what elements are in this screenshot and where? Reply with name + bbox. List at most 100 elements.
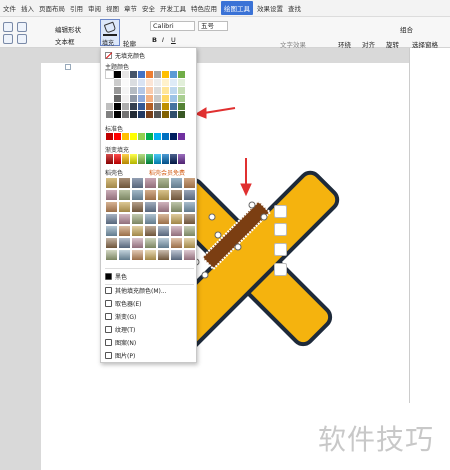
gradient-swatch[interactable]: [170, 154, 177, 164]
theme-swatch[interactable]: [154, 71, 161, 78]
theme-swatch[interactable]: [130, 79, 137, 86]
theme-swatch[interactable]: [162, 71, 169, 78]
fill-preset-swatch[interactable]: [106, 250, 117, 260]
theme-swatch[interactable]: [130, 71, 137, 78]
theme-swatch[interactable]: [162, 111, 169, 118]
gradient-swatch[interactable]: [122, 154, 129, 164]
theme-swatch[interactable]: [114, 103, 121, 110]
standard-swatch[interactable]: [170, 133, 177, 140]
theme-swatch[interactable]: [130, 95, 137, 102]
theme-swatch[interactable]: [162, 95, 169, 102]
theme-swatch[interactable]: [154, 111, 161, 118]
theme-swatch[interactable]: [122, 111, 129, 118]
theme-swatch[interactable]: [114, 79, 121, 86]
theme-swatch[interactable]: [138, 103, 145, 110]
theme-swatch[interactable]: [114, 87, 121, 94]
theme-swatch[interactable]: [178, 87, 185, 94]
theme-swatch[interactable]: [146, 71, 153, 78]
fill-preset-swatch[interactable]: [145, 226, 156, 236]
fill-preset-swatch[interactable]: [132, 238, 143, 248]
fill-preset-swatch[interactable]: [145, 190, 156, 200]
theme-swatch[interactable]: [122, 95, 129, 102]
standard-swatch[interactable]: [122, 133, 129, 140]
fill-preset-swatch[interactable]: [158, 238, 169, 248]
theme-swatch[interactable]: [146, 95, 153, 102]
fill-preset-swatch[interactable]: [119, 214, 130, 224]
theme-swatch[interactable]: [105, 70, 114, 79]
fill-preset-swatch[interactable]: [132, 250, 143, 260]
cross-shape[interactable]: [0, 0, 450, 470]
effects-icon[interactable]: [274, 263, 287, 276]
theme-swatch[interactable]: [122, 103, 129, 110]
theme-swatch[interactable]: [162, 79, 169, 86]
fill-preset-swatch[interactable]: [106, 190, 117, 200]
fill-preset-swatch[interactable]: [171, 214, 182, 224]
theme-swatch[interactable]: [162, 87, 169, 94]
theme-swatch[interactable]: [138, 87, 145, 94]
fill-preset-swatch[interactable]: [184, 190, 195, 200]
theme-color-grid[interactable]: [105, 70, 185, 118]
fill-preset-swatch[interactable]: [171, 238, 182, 248]
fill-preset-swatch[interactable]: [145, 202, 156, 212]
format-shape-icon[interactable]: [274, 223, 287, 236]
theme-swatch[interactable]: [154, 103, 161, 110]
theme-swatch[interactable]: [146, 111, 153, 118]
fill-preset-swatch[interactable]: [132, 190, 143, 200]
theme-swatch[interactable]: [154, 87, 161, 94]
fill-preset-swatch[interactable]: [184, 178, 195, 188]
gradient-swatch[interactable]: [106, 154, 113, 164]
theme-swatch[interactable]: [178, 103, 185, 110]
theme-swatch[interactable]: [154, 79, 161, 86]
fill-preset-swatch[interactable]: [171, 190, 182, 200]
gradient-swatch[interactable]: [146, 154, 153, 164]
gradient-swatch[interactable]: [178, 154, 185, 164]
fill-preset-swatch[interactable]: [106, 202, 117, 212]
theme-swatch[interactable]: [138, 71, 145, 78]
fill-preset-swatch[interactable]: [106, 178, 117, 188]
theme-swatch[interactable]: [106, 87, 113, 94]
theme-swatch[interactable]: [178, 71, 185, 78]
fill-preset-swatch[interactable]: [184, 250, 195, 260]
fill-preset-swatch[interactable]: [158, 250, 169, 260]
theme-swatch[interactable]: [154, 95, 161, 102]
fill-preset-swatch[interactable]: [132, 202, 143, 212]
standard-swatch[interactable]: [138, 133, 145, 140]
fill-preset-swatch[interactable]: [184, 214, 195, 224]
theme-swatch[interactable]: [146, 79, 153, 86]
fill-preset-swatch[interactable]: [171, 178, 182, 188]
standard-swatch[interactable]: [154, 133, 161, 140]
pattern-item[interactable]: 图案(N): [105, 338, 195, 347]
fill-preset-swatch[interactable]: [132, 178, 143, 188]
fill-preset-swatch[interactable]: [145, 250, 156, 260]
fill-preset-swatch[interactable]: [158, 214, 169, 224]
fill-preset-swatch[interactable]: [132, 214, 143, 224]
fill-preset-swatch[interactable]: [184, 238, 195, 248]
theme-swatch[interactable]: [146, 103, 153, 110]
fill-preset-swatch[interactable]: [145, 178, 156, 188]
fill-preset-swatch[interactable]: [145, 238, 156, 248]
standard-swatch[interactable]: [178, 133, 185, 140]
theme-swatch[interactable]: [114, 111, 121, 118]
outline-icon[interactable]: [274, 243, 287, 256]
gradient-swatch[interactable]: [154, 154, 161, 164]
gradient-swatch[interactable]: [138, 154, 145, 164]
standard-swatch[interactable]: [162, 133, 169, 140]
fill-preset-swatch[interactable]: [184, 226, 195, 236]
gradient-swatch[interactable]: [114, 154, 121, 164]
fill-preset-swatch[interactable]: [171, 250, 182, 260]
fill-preset-swatch[interactable]: [106, 238, 117, 248]
fill-preset-swatch[interactable]: [119, 202, 130, 212]
fill-preset-swatch[interactable]: [119, 190, 130, 200]
fill-preset-swatch[interactable]: [119, 178, 130, 188]
theme-swatch[interactable]: [162, 103, 169, 110]
theme-swatch[interactable]: [178, 95, 185, 102]
theme-swatch[interactable]: [122, 87, 129, 94]
theme-swatch[interactable]: [170, 103, 177, 110]
standard-swatch[interactable]: [130, 133, 137, 140]
fill-preset-swatch[interactable]: [119, 250, 130, 260]
fill-preset-swatch[interactable]: [132, 226, 143, 236]
layout-options-icon[interactable]: [274, 205, 287, 218]
fill-preset-swatch[interactable]: [158, 226, 169, 236]
theme-swatch[interactable]: [130, 103, 137, 110]
theme-swatch[interactable]: [138, 111, 145, 118]
